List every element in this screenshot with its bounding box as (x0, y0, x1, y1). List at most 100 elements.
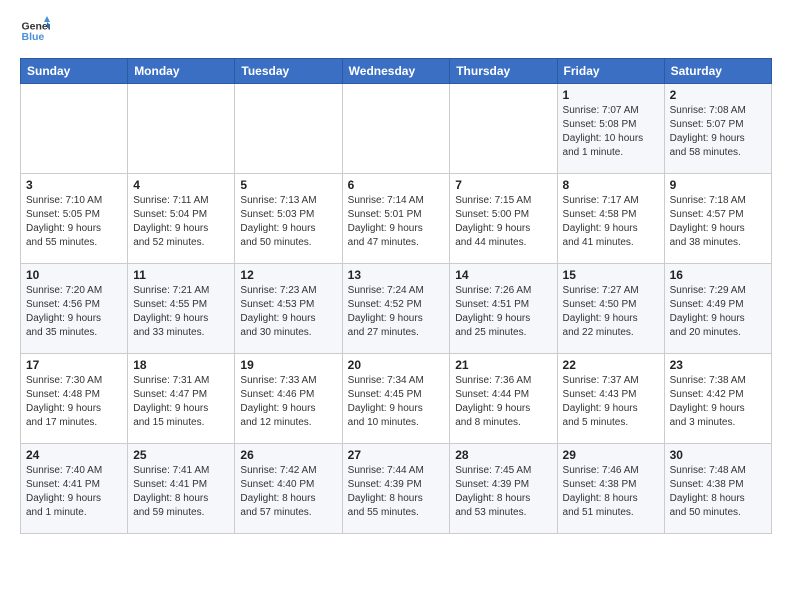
day-info: Sunrise: 7:18 AM Sunset: 4:57 PM Dayligh… (670, 194, 766, 250)
calendar-cell: 22 Sunrise: 7:37 AM Sunset: 4:43 PM Dayli… (557, 354, 664, 444)
day-number: 12 (240, 268, 336, 282)
calendar-cell (235, 84, 342, 174)
calendar-cell: 8 Sunrise: 7:17 AM Sunset: 4:58 PM Daylig… (557, 174, 664, 264)
day-number: 25 (133, 448, 229, 462)
day-info: Sunrise: 7:27 AM Sunset: 4:50 PM Dayligh… (563, 284, 659, 340)
day-number: 5 (240, 178, 336, 192)
day-number: 24 (26, 448, 122, 462)
calendar-cell: 5 Sunrise: 7:13 AM Sunset: 5:03 PM Daylig… (235, 174, 342, 264)
day-number: 3 (26, 178, 122, 192)
weekday-header-row: SundayMondayTuesdayWednesdayThursdayFrid… (21, 59, 772, 84)
day-info: Sunrise: 7:10 AM Sunset: 5:05 PM Dayligh… (26, 194, 122, 250)
day-number: 29 (563, 448, 659, 462)
day-info: Sunrise: 7:31 AM Sunset: 4:47 PM Dayligh… (133, 374, 229, 430)
calendar-week-4: 17 Sunrise: 7:30 AM Sunset: 4:48 PM Dayli… (21, 354, 772, 444)
calendar-cell (342, 84, 450, 174)
day-number: 22 (563, 358, 659, 372)
weekday-header-sunday: Sunday (21, 59, 128, 84)
calendar-cell: 25 Sunrise: 7:41 AM Sunset: 4:41 PM Dayli… (128, 444, 235, 534)
day-info: Sunrise: 7:07 AM Sunset: 5:08 PM Dayligh… (563, 104, 659, 160)
calendar-week-5: 24 Sunrise: 7:40 AM Sunset: 4:41 PM Dayli… (21, 444, 772, 534)
calendar-cell: 28 Sunrise: 7:45 AM Sunset: 4:39 PM Dayli… (450, 444, 557, 534)
calendar-cell: 16Sunrise: 7:29 AM Sunset: 4:49 PM Dayli… (664, 264, 771, 354)
day-number: 15 (563, 268, 659, 282)
day-number: 20 (348, 358, 445, 372)
calendar-cell: 24 Sunrise: 7:40 AM Sunset: 4:41 PM Dayli… (21, 444, 128, 534)
day-info: Sunrise: 7:23 AM Sunset: 4:53 PM Dayligh… (240, 284, 336, 340)
day-info: Sunrise: 7:36 AM Sunset: 4:44 PM Dayligh… (455, 374, 551, 430)
day-number: 19 (240, 358, 336, 372)
day-number: 17 (26, 358, 122, 372)
calendar-cell: 26 Sunrise: 7:42 AM Sunset: 4:40 PM Dayli… (235, 444, 342, 534)
weekday-header-friday: Friday (557, 59, 664, 84)
calendar-cell: 3 Sunrise: 7:10 AM Sunset: 5:05 PM Daylig… (21, 174, 128, 264)
svg-text:Blue: Blue (22, 31, 45, 43)
day-number: 14 (455, 268, 551, 282)
weekday-header-monday: Monday (128, 59, 235, 84)
calendar-cell: 29 Sunrise: 7:46 AM Sunset: 4:38 PM Dayli… (557, 444, 664, 534)
day-info: Sunrise: 7:24 AM Sunset: 4:52 PM Dayligh… (348, 284, 445, 340)
day-number: 13 (348, 268, 445, 282)
calendar-cell: 9 Sunrise: 7:18 AM Sunset: 4:57 PM Daylig… (664, 174, 771, 264)
page-container: General Blue SundayMondayTuesdayWednesda… (0, 0, 792, 544)
day-number: 10 (26, 268, 122, 282)
calendar-cell: 18Sunrise: 7:31 AM Sunset: 4:47 PM Dayli… (128, 354, 235, 444)
calendar-cell: 21 Sunrise: 7:36 AM Sunset: 4:44 PM Dayli… (450, 354, 557, 444)
day-number: 28 (455, 448, 551, 462)
day-number: 8 (563, 178, 659, 192)
day-number: 30 (670, 448, 766, 462)
day-number: 4 (133, 178, 229, 192)
calendar-cell: 1 Sunrise: 7:07 AM Sunset: 5:08 PM Daylig… (557, 84, 664, 174)
calendar-cell: 19Sunrise: 7:33 AM Sunset: 4:46 PM Dayli… (235, 354, 342, 444)
day-info: Sunrise: 7:42 AM Sunset: 4:40 PM Dayligh… (240, 464, 336, 520)
day-info: Sunrise: 7:48 AM Sunset: 4:38 PM Dayligh… (670, 464, 766, 520)
day-number: 7 (455, 178, 551, 192)
calendar-cell (128, 84, 235, 174)
weekday-header-tuesday: Tuesday (235, 59, 342, 84)
calendar-cell: 14 Sunrise: 7:26 AM Sunset: 4:51 PM Dayli… (450, 264, 557, 354)
header: General Blue (20, 16, 772, 46)
day-info: Sunrise: 7:13 AM Sunset: 5:03 PM Dayligh… (240, 194, 336, 250)
day-number: 21 (455, 358, 551, 372)
weekday-header-thursday: Thursday (450, 59, 557, 84)
calendar-table: SundayMondayTuesdayWednesdayThursdayFrid… (20, 58, 772, 534)
day-info: Sunrise: 7:14 AM Sunset: 5:01 PM Dayligh… (348, 194, 445, 250)
day-info: Sunrise: 7:40 AM Sunset: 4:41 PM Dayligh… (26, 464, 122, 520)
calendar-cell: 20Sunrise: 7:34 AM Sunset: 4:45 PM Dayli… (342, 354, 450, 444)
calendar-cell: 12 Sunrise: 7:23 AM Sunset: 4:53 PM Dayli… (235, 264, 342, 354)
calendar-cell: 15 Sunrise: 7:27 AM Sunset: 4:50 PM Dayli… (557, 264, 664, 354)
logo: General Blue (20, 16, 56, 46)
calendar-cell: 23Sunrise: 7:38 AM Sunset: 4:42 PM Dayli… (664, 354, 771, 444)
weekday-header-saturday: Saturday (664, 59, 771, 84)
day-number: 26 (240, 448, 336, 462)
day-info: Sunrise: 7:15 AM Sunset: 5:00 PM Dayligh… (455, 194, 551, 250)
day-info: Sunrise: 7:41 AM Sunset: 4:41 PM Dayligh… (133, 464, 229, 520)
calendar-cell: 2Sunrise: 7:08 AM Sunset: 5:07 PM Daylig… (664, 84, 771, 174)
day-info: Sunrise: 7:29 AM Sunset: 4:49 PM Dayligh… (670, 284, 766, 340)
day-number: 6 (348, 178, 445, 192)
day-number: 11 (133, 268, 229, 282)
day-info: Sunrise: 7:30 AM Sunset: 4:48 PM Dayligh… (26, 374, 122, 430)
calendar-cell (450, 84, 557, 174)
day-number: 9 (670, 178, 766, 192)
day-number: 1 (563, 88, 659, 102)
day-info: Sunrise: 7:44 AM Sunset: 4:39 PM Dayligh… (348, 464, 445, 520)
day-info: Sunrise: 7:21 AM Sunset: 4:55 PM Dayligh… (133, 284, 229, 340)
day-info: Sunrise: 7:45 AM Sunset: 4:39 PM Dayligh… (455, 464, 551, 520)
calendar-week-3: 10 Sunrise: 7:20 AM Sunset: 4:56 PM Dayli… (21, 264, 772, 354)
calendar-cell: 11 Sunrise: 7:21 AM Sunset: 4:55 PM Dayli… (128, 264, 235, 354)
day-info: Sunrise: 7:11 AM Sunset: 5:04 PM Dayligh… (133, 194, 229, 250)
calendar-week-1: 1 Sunrise: 7:07 AM Sunset: 5:08 PM Daylig… (21, 84, 772, 174)
day-info: Sunrise: 7:20 AM Sunset: 4:56 PM Dayligh… (26, 284, 122, 340)
day-info: Sunrise: 7:17 AM Sunset: 4:58 PM Dayligh… (563, 194, 659, 250)
day-number: 23 (670, 358, 766, 372)
calendar-cell: 10 Sunrise: 7:20 AM Sunset: 4:56 PM Dayli… (21, 264, 128, 354)
calendar-cell (21, 84, 128, 174)
calendar-cell: 27Sunrise: 7:44 AM Sunset: 4:39 PM Dayli… (342, 444, 450, 534)
calendar-cell: 6 Sunrise: 7:14 AM Sunset: 5:01 PM Daylig… (342, 174, 450, 264)
day-info: Sunrise: 7:46 AM Sunset: 4:38 PM Dayligh… (563, 464, 659, 520)
day-info: Sunrise: 7:26 AM Sunset: 4:51 PM Dayligh… (455, 284, 551, 340)
day-info: Sunrise: 7:37 AM Sunset: 4:43 PM Dayligh… (563, 374, 659, 430)
calendar-cell: 4 Sunrise: 7:11 AM Sunset: 5:04 PM Daylig… (128, 174, 235, 264)
calendar-cell: 7 Sunrise: 7:15 AM Sunset: 5:00 PM Daylig… (450, 174, 557, 264)
